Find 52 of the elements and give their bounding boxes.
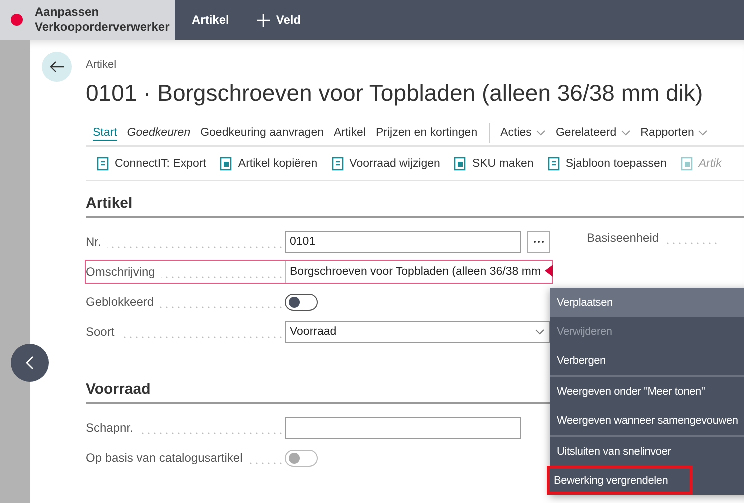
dropdown-field[interactable]: Voorraad <box>285 321 550 343</box>
field-label: Nr. <box>86 235 108 249</box>
document-icon <box>546 156 561 170</box>
status-dot <box>11 14 23 26</box>
add-field-button[interactable]: Veld <box>257 13 302 27</box>
breadcrumb: Artikel <box>86 59 118 71</box>
input-field[interactable]: Borgschroeven voor Topbladen (alleen 36/38 mm <box>285 261 550 283</box>
document-icon <box>680 156 694 170</box>
document-icon <box>96 156 110 170</box>
chevron-left-icon <box>26 356 34 370</box>
field-label: Basiseenheid <box>587 231 666 245</box>
action-tab[interactable]: Goedkeuring aanvragen <box>196 127 329 139</box>
chevron-down-icon <box>535 329 545 335</box>
field-label: Schapnr. <box>86 421 140 435</box>
toggle-switch[interactable] <box>285 294 318 310</box>
document-icon <box>330 156 345 170</box>
collapse-button[interactable] <box>11 344 49 382</box>
input-field[interactable] <box>285 417 521 439</box>
chevron-down-icon <box>620 130 631 136</box>
menu-tab[interactable]: Acties <box>496 127 551 139</box>
page-title: 0101 · Borgschroeven voor Topbladen (alleen 36/38 mm dik) <box>86 80 704 107</box>
chevron-down-icon <box>698 130 708 136</box>
toolbar-button[interactable]: ConnectIT: Export <box>96 156 206 170</box>
document-icon <box>219 156 234 170</box>
back-button[interactable] <box>42 52 72 82</box>
plus-icon <box>257 14 270 26</box>
toolbar-button[interactable]: Sjabloon toepassen <box>546 156 667 170</box>
back-arrow-icon <box>50 61 64 73</box>
input-field[interactable]: 0101 <box>285 231 521 253</box>
menu-item[interactable]: Verbergen <box>550 346 744 375</box>
action-tab[interactable]: Artikel <box>329 127 371 139</box>
menu-item[interactable]: Uitsluiten van snelinvoer <box>550 437 744 466</box>
field-label: Op basis van catalogusartikel <box>86 451 249 465</box>
chevron-down-icon <box>536 130 546 136</box>
marker-icon <box>545 265 553 277</box>
action-tab[interactable]: Goedkeuren <box>122 127 196 139</box>
menu-item[interactable]: Verplaatsen <box>550 288 744 317</box>
toolbar-button[interactable]: Voorraad wijzigen <box>330 156 440 170</box>
window-title: Aanpassen Verkooporderverwerker <box>35 5 171 35</box>
action-tab[interactable]: Prijzen en kortingen <box>370 127 483 139</box>
item-button[interactable]: Artikel <box>192 13 230 27</box>
field-label: Omschrijving <box>86 265 162 279</box>
menu-item[interactable]: Bewerking vergrendelen <box>547 466 693 495</box>
toolbar-button[interactable]: SKU maken <box>453 156 534 170</box>
field-label: Soort <box>86 325 121 339</box>
menu-tab[interactable]: Gerelateerd <box>550 127 636 139</box>
action-tab[interactable]: Start <box>86 127 122 139</box>
menu-item[interactable]: Weergeven wanneer samengevouwen <box>550 406 744 435</box>
menu-tab[interactable]: Rapporten <box>636 127 714 139</box>
toolbar-button[interactable]: Artikel kopiëren <box>219 156 318 170</box>
document-icon <box>453 156 468 170</box>
section-title: Artikel <box>86 195 744 218</box>
